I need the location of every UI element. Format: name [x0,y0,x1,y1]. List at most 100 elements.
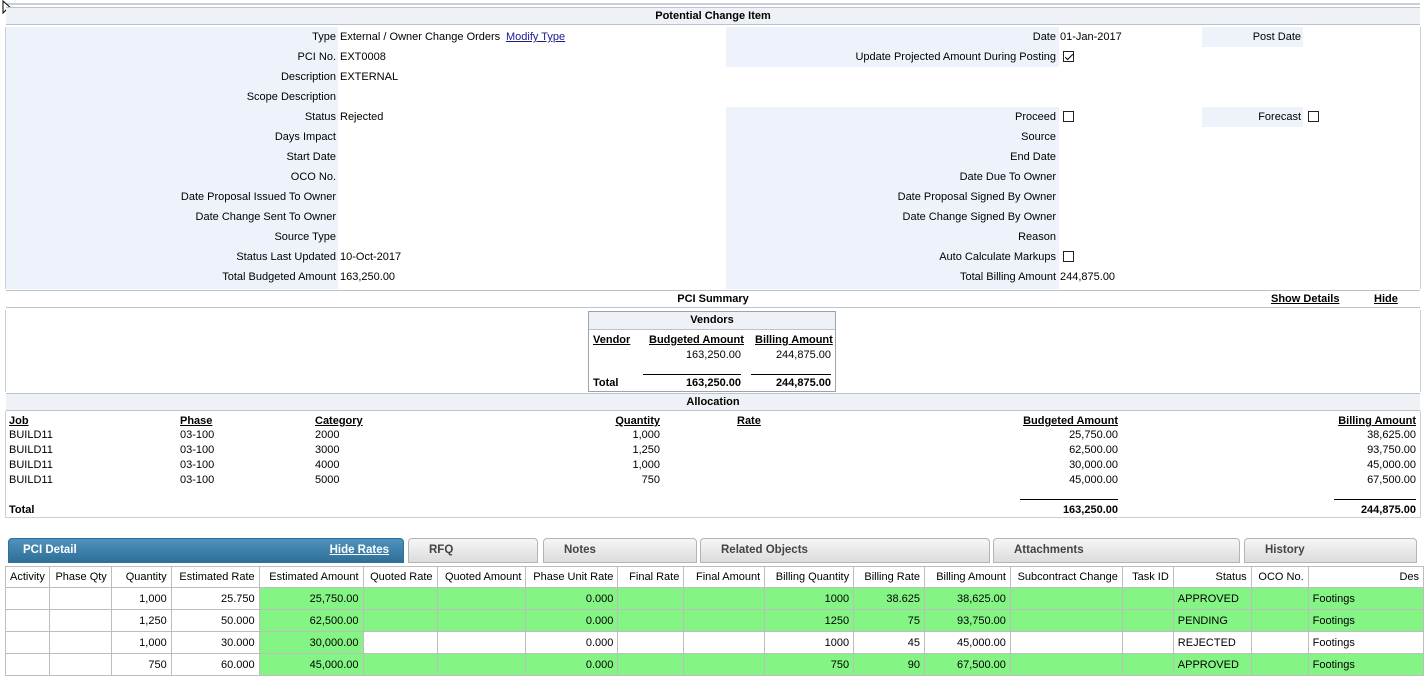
grid-cell-oco-no[interactable] [1250,587,1309,610]
grid-cell-final-rate[interactable] [617,609,685,632]
grid-cell-phase-qty[interactable] [48,631,112,654]
grid-header-final-rate[interactable]: Final Rate [617,566,685,588]
grid-cell-task-id[interactable] [1121,631,1174,654]
grid-row[interactable]: 750 60.000 45,000.00 0.000 750 90 67,500.00 APP… [5,653,1424,676]
grid-cell-billing-quantity[interactable]: 1000 [764,587,855,610]
grid-cell-billing-amount[interactable]: 67,500.00 [924,653,1011,676]
tab-rfq[interactable]: RFQ [408,538,538,563]
grid-cell-quoted-rate[interactable] [362,631,438,654]
grid-header-subcontract-change[interactable]: Subcontract Change [1009,566,1123,588]
grid-header-des[interactable]: Des [1307,566,1424,588]
grid-cell-final-amount[interactable] [683,631,766,654]
grid-cell-final-amount[interactable] [683,587,766,610]
grid-cell-quoted-rate[interactable] [362,653,438,676]
show-details-link[interactable]: Show Details [1271,293,1339,305]
grid-header-billing-quantity[interactable]: Billing Quantity [764,566,855,588]
grid-cell-quoted-amount[interactable] [436,631,527,654]
grid-header-oco-no[interactable]: OCO No. [1250,566,1309,588]
grid-cell-billing-rate[interactable]: 45 [853,631,926,654]
grid-row[interactable]: 1,000 30.000 30,000.00 0.000 1000 45 45,000.00… [5,631,1424,654]
grid-cell-des[interactable]: Footings [1307,631,1424,654]
grid-cell-status[interactable]: PENDING [1172,609,1252,632]
grid-cell-des[interactable]: Footings [1307,653,1424,676]
grid-cell-final-rate[interactable] [617,631,685,654]
grid-cell-task-id[interactable] [1121,609,1174,632]
grid-cell-estimated-amount[interactable]: 25,750.00 [258,587,364,610]
grid-cell-status[interactable]: APPROVED [1172,653,1252,676]
grid-cell-quoted-rate[interactable] [362,609,438,632]
allocation-job-header[interactable]: Job [9,415,29,427]
grid-cell-oco-no[interactable] [1250,653,1309,676]
grid-cell-final-amount[interactable] [683,609,766,632]
auto-calculate-markups-checkbox[interactable] [1063,251,1074,262]
hide-rates-link[interactable]: Hide Rates [330,539,389,562]
grid-cell-phase-unit-rate[interactable]: 0.000 [525,609,619,632]
tab-history[interactable]: History [1244,538,1417,563]
grid-header-quantity[interactable]: Quantity [110,566,172,588]
grid-cell-quoted-amount[interactable] [436,609,527,632]
grid-cell-activity[interactable] [5,609,50,632]
proceed-checkbox[interactable] [1063,111,1074,122]
grid-cell-subcontract-change[interactable] [1009,631,1123,654]
grid-cell-phase-unit-rate[interactable]: 0.000 [525,631,619,654]
tab-attachments[interactable]: Attachments [993,538,1240,563]
grid-cell-status[interactable]: REJECTED [1172,631,1252,654]
grid-cell-activity[interactable] [5,631,50,654]
allocation-budgeted-header[interactable]: Budgeted Amount [968,415,1118,427]
grid-header-phase-unit-rate[interactable]: Phase Unit Rate [525,566,619,588]
grid-cell-phase-qty[interactable] [48,653,112,676]
grid-cell-billing-quantity[interactable]: 1000 [764,631,855,654]
grid-cell-activity[interactable] [5,587,50,610]
grid-cell-quantity[interactable]: 1,000 [110,631,172,654]
grid-header-phase-qty[interactable]: Phase Qty [48,566,112,588]
grid-header-billing-amount[interactable]: Billing Amount [924,566,1011,588]
grid-cell-estimated-amount[interactable]: 62,500.00 [258,609,364,632]
grid-header-final-amount[interactable]: Final Amount [683,566,766,588]
grid-cell-task-id[interactable] [1121,587,1174,610]
grid-cell-phase-unit-rate[interactable]: 0.000 [525,587,619,610]
grid-cell-phase-unit-rate[interactable]: 0.000 [525,653,619,676]
grid-cell-subcontract-change[interactable] [1009,653,1123,676]
grid-cell-estimated-rate[interactable]: 60.000 [170,653,260,676]
grid-cell-billing-rate[interactable]: 38.625 [853,587,926,610]
grid-header-quoted-amount[interactable]: Quoted Amount [436,566,527,588]
grid-cell-estimated-rate[interactable]: 50.000 [170,609,260,632]
grid-cell-estimated-rate[interactable]: 30.000 [170,631,260,654]
grid-cell-final-rate[interactable] [617,587,685,610]
grid-header-quoted-rate[interactable]: Quoted Rate [362,566,438,588]
grid-cell-des[interactable]: Footings [1307,609,1424,632]
allocation-rate-header[interactable]: Rate [737,415,761,427]
modify-type-link[interactable]: Modify Type [506,31,565,43]
grid-header-task-id[interactable]: Task ID [1121,566,1174,588]
grid-cell-quantity[interactable]: 750 [110,653,172,676]
grid-header-estimated-amount[interactable]: Estimated Amount [258,566,364,588]
grid-cell-final-rate[interactable] [617,653,685,676]
grid-cell-oco-no[interactable] [1250,631,1309,654]
grid-cell-phase-qty[interactable] [48,609,112,632]
grid-header-estimated-rate[interactable]: Estimated Rate [170,566,260,588]
grid-cell-billing-amount[interactable]: 38,625.00 [924,587,1011,610]
grid-cell-billing-rate[interactable]: 75 [853,609,926,632]
budgeted-amount-column-header[interactable]: Budgeted Amount [649,334,744,346]
grid-cell-status[interactable]: APPROVED [1172,587,1252,610]
grid-cell-billing-rate[interactable]: 90 [853,653,926,676]
forecast-checkbox[interactable] [1308,111,1319,122]
tab-pci-detail[interactable]: PCI Detail Hide Rates [8,538,404,563]
grid-cell-subcontract-change[interactable] [1009,609,1123,632]
allocation-billing-header[interactable]: Billing Amount [1266,415,1416,427]
grid-cell-quoted-amount[interactable] [436,653,527,676]
grid-cell-billing-amount[interactable]: 93,750.00 [924,609,1011,632]
grid-cell-subcontract-change[interactable] [1009,587,1123,610]
allocation-category-header[interactable]: Category [315,415,363,427]
grid-cell-activity[interactable] [5,653,50,676]
grid-cell-quoted-rate[interactable] [362,587,438,610]
allocation-phase-header[interactable]: Phase [180,415,212,427]
grid-cell-phase-qty[interactable] [48,587,112,610]
grid-header-billing-rate[interactable]: Billing Rate [853,566,926,588]
grid-cell-des[interactable]: Footings [1307,587,1424,610]
grid-cell-final-amount[interactable] [683,653,766,676]
tab-related-objects[interactable]: Related Objects [700,538,990,563]
vendor-column-header[interactable]: Vendor [593,334,630,346]
allocation-quantity-header[interactable]: Quantity [560,415,660,427]
grid-cell-billing-quantity[interactable]: 1250 [764,609,855,632]
